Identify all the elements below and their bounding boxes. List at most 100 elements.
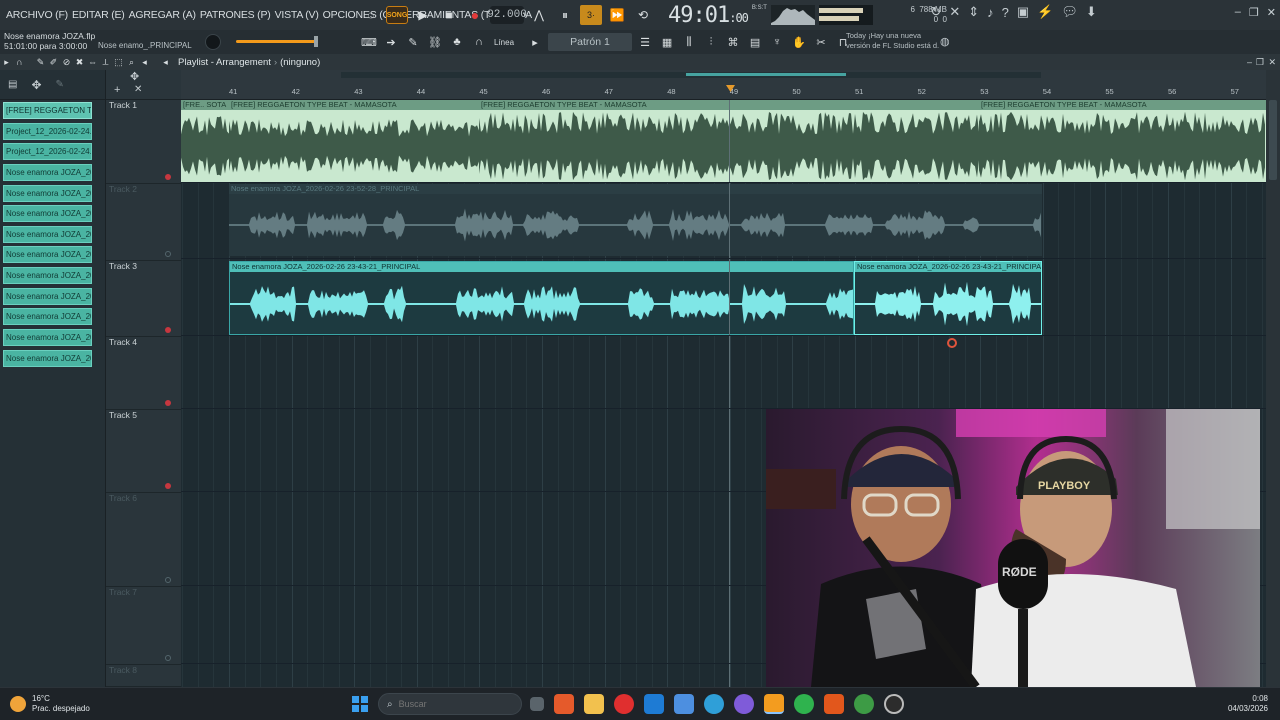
track-header[interactable]: Track 8 bbox=[106, 665, 181, 687]
master-volume-slider[interactable] bbox=[236, 36, 318, 47]
metronome-icon[interactable]: ⋀ bbox=[528, 5, 550, 25]
clip-source-item[interactable]: Nose enamora JOZA_202.. bbox=[3, 205, 92, 223]
clip-source-item[interactable]: Project_12_2026-02-24.. bbox=[3, 122, 92, 140]
menu-patterns[interactable]: PATRONES (P) bbox=[198, 9, 273, 21]
clip-source-item[interactable]: [FREE] REGGAETON T.. bbox=[3, 102, 92, 119]
minimize-button[interactable]: – bbox=[1235, 6, 1241, 18]
playlist-icon[interactable]: ☰ bbox=[636, 33, 654, 51]
mixer-window-icon[interactable]: ⫼ bbox=[680, 33, 698, 51]
start-button-icon[interactable] bbox=[352, 696, 368, 712]
track-mute-led[interactable] bbox=[165, 483, 171, 489]
clip-source-item[interactable]: Nose enamora JOZA_202.. bbox=[3, 287, 92, 305]
horizontal-scroll-thumb[interactable] bbox=[686, 73, 846, 76]
track-name[interactable]: Track 7 bbox=[109, 587, 137, 597]
pattern-list-icon[interactable]: ▤ bbox=[8, 79, 17, 90]
microphone-icon[interactable]: ♪ bbox=[987, 5, 994, 20]
beat-clip-d[interactable]: [FREE] REGGAETON TYPE BEAT - MAMASOTA bbox=[979, 100, 1266, 182]
zoom-tool-icon[interactable]: ⌕ bbox=[125, 55, 138, 69]
news-panel[interactable]: Today ¡Hay una nueva versión de FL Studi… bbox=[846, 31, 939, 51]
track-name[interactable]: Track 4 bbox=[109, 337, 137, 347]
move-icon[interactable]: ✥ bbox=[31, 78, 41, 92]
record-button[interactable]: ● bbox=[464, 5, 486, 25]
delete-tool-icon[interactable]: ⊘ bbox=[60, 55, 73, 69]
track-name[interactable]: Track 6 bbox=[109, 493, 137, 503]
clip-source-item[interactable]: Nose enamora JOZA_202.. bbox=[3, 267, 92, 285]
fl-studio-taskbar-icon[interactable] bbox=[764, 694, 784, 714]
refresh-icon[interactable]: ↻ bbox=[930, 4, 941, 20]
chrome-icon[interactable] bbox=[854, 694, 874, 714]
plugin-icon[interactable]: ⚡ bbox=[1037, 4, 1053, 20]
save-icon[interactable]: ▣ bbox=[1017, 4, 1029, 20]
track-name[interactable]: Track 3 bbox=[109, 261, 137, 271]
touch-keyboard-icon[interactable]: ✋ bbox=[790, 33, 808, 51]
stop-button[interactable]: ■ bbox=[438, 5, 460, 25]
download-icon[interactable]: ⬇ bbox=[1086, 4, 1097, 20]
search-input[interactable] bbox=[398, 699, 479, 709]
playlist-close[interactable]: ✕ bbox=[1268, 57, 1276, 68]
clip-source-item[interactable]: Project_12_2026-02-24.. bbox=[3, 143, 92, 161]
clip-source-item[interactable]: Nose enamora JOZA_202.. bbox=[3, 329, 92, 347]
playlist-magnet-icon[interactable]: ∩ bbox=[13, 55, 26, 69]
select-tool-icon[interactable]: ⬚ bbox=[112, 55, 125, 69]
cut-icon[interactable]: ✂ bbox=[812, 33, 830, 51]
slice-tool-icon[interactable]: ⟂ bbox=[99, 55, 112, 69]
beat-clip-b[interactable]: [FREE] REGGAETON TYPE BEAT - MAMASOTA bbox=[229, 100, 479, 182]
pencil-small-icon[interactable]: ✎ bbox=[56, 79, 64, 90]
song-position-display[interactable]: 49:01:00 bbox=[668, 3, 749, 28]
slip-tool-icon[interactable]: ⇔ bbox=[86, 55, 99, 69]
track-header[interactable]: Track 2 bbox=[106, 184, 181, 261]
wait-input-icon[interactable]: ⏸ bbox=[554, 5, 576, 25]
playlist-maximize[interactable]: ❐ bbox=[1256, 57, 1264, 68]
vertical-scroll-thumb[interactable] bbox=[1269, 100, 1277, 180]
play-button[interactable]: ▶ bbox=[412, 5, 434, 25]
vocal-clip-main[interactable]: Nose enamora JOZA_2026-02-26 23-43-21_PR… bbox=[229, 261, 854, 335]
collapse-icon[interactable]: ✕ bbox=[134, 84, 142, 95]
track-header[interactable]: Track 5 bbox=[106, 410, 181, 493]
countdown-icon[interactable]: 3· bbox=[580, 5, 602, 25]
paint-tool-icon[interactable]: ✐ bbox=[47, 55, 60, 69]
clip-source-item[interactable]: Nose enamora JOZA_202.. bbox=[3, 225, 92, 243]
menu-edit[interactable]: EDITAR (E) bbox=[70, 9, 127, 21]
file-explorer-icon[interactable] bbox=[584, 694, 604, 714]
vocal-clip-muted[interactable]: Nose enamora JOZA_2026-02-26 23-52-28_PR… bbox=[229, 184, 1042, 256]
draw-tool-icon[interactable]: ✎ bbox=[34, 55, 47, 69]
brave-icon[interactable] bbox=[554, 694, 574, 714]
track-mute-led[interactable] bbox=[165, 400, 171, 406]
whatsapp-icon[interactable] bbox=[794, 694, 814, 714]
system-clock[interactable]: 0:08 04/03/2026 bbox=[1228, 694, 1268, 714]
task-view-icon[interactable] bbox=[530, 697, 544, 711]
track-header[interactable]: Track 6 bbox=[106, 493, 181, 587]
tools-icon[interactable]: ✕ bbox=[949, 4, 960, 20]
track-mute-led[interactable] bbox=[165, 327, 171, 333]
comment-icon[interactable]: 💬︎ bbox=[1061, 4, 1078, 20]
magnet-icon[interactable]: ∩ bbox=[470, 33, 488, 51]
track-mute-led[interactable] bbox=[165, 577, 171, 583]
obs-icon[interactable] bbox=[884, 694, 904, 714]
store-icon[interactable] bbox=[674, 694, 694, 714]
vocal-clip-selected[interactable]: Nose enamora JOZA_2026-02-26 23-43-21_PR… bbox=[854, 261, 1042, 335]
arrangement-name[interactable]: (ninguno) bbox=[280, 57, 320, 68]
maximize-button[interactable]: ❐ bbox=[1249, 6, 1259, 19]
track-mute-led[interactable] bbox=[165, 251, 171, 257]
clip-source-item[interactable]: Nose enamora JOZA_202.. bbox=[3, 349, 92, 367]
playlist-menu-arrow-icon[interactable]: ▸ bbox=[0, 55, 13, 69]
piano-roll-window-icon[interactable]: ⫶ bbox=[702, 33, 720, 51]
playlist-minimize[interactable]: – bbox=[1247, 57, 1252, 67]
track-header[interactable]: Track 3 bbox=[106, 261, 181, 337]
outlook-icon[interactable] bbox=[644, 694, 664, 714]
master-pitch-knob[interactable] bbox=[205, 34, 221, 50]
pattern-arrow-icon[interactable]: ▸ bbox=[526, 33, 544, 51]
track-header[interactable]: Track 1 bbox=[106, 100, 181, 184]
app-orange-icon[interactable] bbox=[824, 694, 844, 714]
clipboard-icon[interactable]: ▤ bbox=[746, 33, 764, 51]
playlist-arrow-icon[interactable]: ◂ bbox=[159, 55, 172, 69]
link-icon[interactable]: ⛓ bbox=[426, 33, 444, 51]
clip-source-item[interactable]: Nose enamora JOZA_202.. bbox=[3, 163, 92, 181]
track-name[interactable]: Track 5 bbox=[109, 410, 137, 420]
weather-widget[interactable]: 16°C Prac. despejado bbox=[10, 694, 90, 714]
selector-arrows-icon[interactable]: ✥ bbox=[130, 70, 139, 83]
track-name[interactable]: Track 8 bbox=[109, 665, 137, 675]
track-name[interactable]: Track 1 bbox=[109, 100, 137, 110]
youtube-music-icon[interactable] bbox=[614, 694, 634, 714]
mute-tool-icon[interactable]: ✖ bbox=[73, 55, 86, 69]
